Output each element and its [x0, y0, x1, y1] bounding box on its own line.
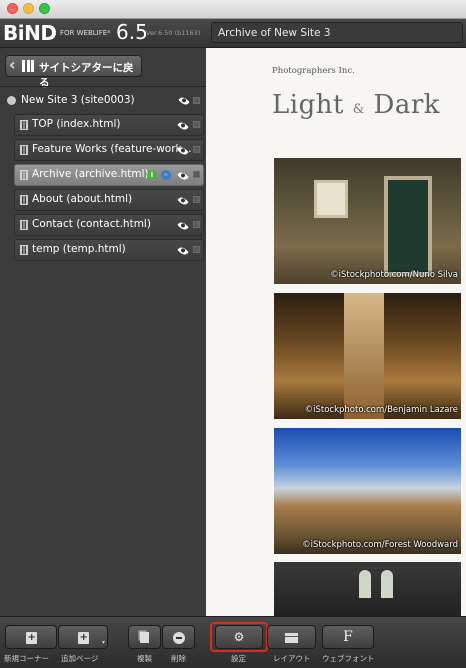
settings-toolbar: ⚙ F 設定 レイアウト ウェブフォント [206, 616, 466, 668]
layout-label: レイアウト [273, 654, 311, 663]
info-badge-icon[interactable]: i [147, 170, 157, 180]
app-version: 6.5 [116, 20, 148, 44]
delete-button[interactable] [162, 625, 195, 649]
duplicate-icon [140, 632, 149, 643]
duplicate-button[interactable] [128, 625, 161, 649]
settings-label: 設定 [231, 654, 246, 663]
page-icon [20, 195, 28, 205]
add-page-label: 追加ページ [61, 654, 99, 663]
page-item-label: About (about.html) [32, 193, 133, 205]
photo-image[interactable]: ©iStockphoto.com/Forest Woodward [274, 428, 461, 554]
site-sidebar: BiND FOR WEBLIFE* 6.5 Ver.6.50 (b1163) ‹… [0, 19, 206, 616]
layout-button[interactable] [267, 625, 316, 649]
lock-toggle[interactable] [193, 97, 200, 104]
photo-credit: ©iStockphoto.com/Forest Woodward [302, 540, 458, 550]
duplicate-label: 複製 [137, 654, 152, 663]
divider [0, 86, 206, 87]
site-icon [7, 96, 16, 105]
lock-toggle[interactable] [193, 221, 200, 228]
highlight-frame [210, 622, 268, 652]
layout-icon [285, 632, 298, 643]
page-item-archive[interactable]: Archive (archive.html) i ◦ [14, 164, 204, 186]
new-corner-button[interactable] [5, 625, 57, 649]
page-item-contact[interactable]: Contact (contact.html) [14, 214, 204, 236]
lock-toggle[interactable] [193, 146, 200, 153]
minimize-window-button[interactable] [23, 3, 34, 14]
eye-icon[interactable] [177, 170, 189, 182]
page-item-label: Feature Works (feature-work... [32, 143, 192, 155]
photo-credit: ©iStockphoto.com/Benjamin Lazare [304, 405, 458, 415]
new-corner-icon [25, 627, 37, 649]
webfont-label: ウェブフォント [322, 654, 375, 663]
page-item-label: Archive (archive.html) [32, 168, 149, 180]
window-titlebar [0, 0, 466, 19]
brand-tagline: Photographers Inc. [272, 66, 355, 76]
eye-icon[interactable] [177, 220, 189, 232]
page-icon [20, 220, 28, 230]
eye-icon[interactable] [177, 195, 189, 207]
webfont-button[interactable]: F [322, 625, 374, 649]
photo-image[interactable]: ©iStockphoto.com/Nuno Silva [274, 158, 461, 284]
page-icon [20, 245, 28, 255]
page-item-temp[interactable]: temp (temp.html) [14, 239, 204, 261]
eye-icon[interactable] [177, 245, 189, 257]
brand-dark: Dark [373, 90, 441, 120]
app-header: BiND FOR WEBLIFE* 6.5 Ver.6.50 (b1163) [0, 19, 206, 48]
brand-light: Light [272, 90, 344, 120]
chevron-left-icon: ‹ [9, 55, 16, 74]
page-header: Archive of New Site 3 [206, 19, 466, 48]
eye-icon[interactable] [178, 95, 190, 107]
dropdown-arrow-icon: ▾ [101, 639, 105, 646]
new-corner-label: 新規コーナー [4, 654, 49, 663]
eye-icon[interactable] [177, 120, 189, 132]
photo-credit: ©iStockphoto.com/Nuno Silva [330, 270, 458, 280]
page-icon [20, 120, 28, 130]
brand-logo: Light & Dark [272, 90, 440, 120]
page-item-top[interactable]: TOP (index.html) [14, 114, 204, 136]
page-item-feature-works[interactable]: Feature Works (feature-work... [14, 139, 204, 161]
add-page-icon [77, 627, 89, 649]
sync-badge-icon[interactable]: ◦ [161, 170, 171, 180]
close-window-button[interactable] [7, 3, 18, 14]
app-build: Ver.6.50 (b1163) [146, 29, 201, 37]
page-toolbar: ▾ 新規コーナー 追加ページ 複製 削除 [0, 616, 206, 668]
page-preview[interactable]: Photographers Inc. Light & Dark ©iStockp… [206, 48, 466, 616]
lock-toggle[interactable] [193, 121, 200, 128]
lock-toggle[interactable] [193, 196, 200, 203]
lock-toggle[interactable] [193, 246, 200, 253]
delete-label: 削除 [171, 654, 186, 663]
page-item-label: temp (temp.html) [32, 243, 126, 255]
site-root-label: New Site 3 (site0003) [21, 94, 135, 106]
page-item-label: TOP (index.html) [32, 118, 121, 130]
app-logo: BiND [3, 21, 57, 45]
delete-icon [172, 631, 185, 644]
photo-image[interactable]: ©iStockphoto.com/Benjamin Lazare [274, 293, 461, 419]
page-item-label: Contact (contact.html) [32, 218, 151, 230]
app-logo-subtitle: FOR WEBLIFE* [60, 29, 111, 37]
add-page-button[interactable]: ▾ [58, 625, 108, 649]
page-title-field[interactable]: Archive of New Site 3 [211, 22, 463, 43]
site-theater-icon [22, 60, 34, 72]
lock-toggle[interactable] [193, 171, 200, 178]
webfont-icon: F [343, 629, 353, 645]
brand-amp: & [352, 102, 365, 117]
page-icon [20, 170, 28, 180]
photo-image[interactable] [274, 562, 461, 616]
page-item-about[interactable]: About (about.html) [14, 189, 204, 211]
page-icon [20, 145, 28, 155]
back-to-site-theater-button[interactable]: ‹ サイトシアターに戻る [5, 55, 142, 89]
zoom-window-button[interactable] [39, 3, 50, 14]
site-root-item[interactable]: New Site 3 (site0003) [0, 91, 206, 111]
